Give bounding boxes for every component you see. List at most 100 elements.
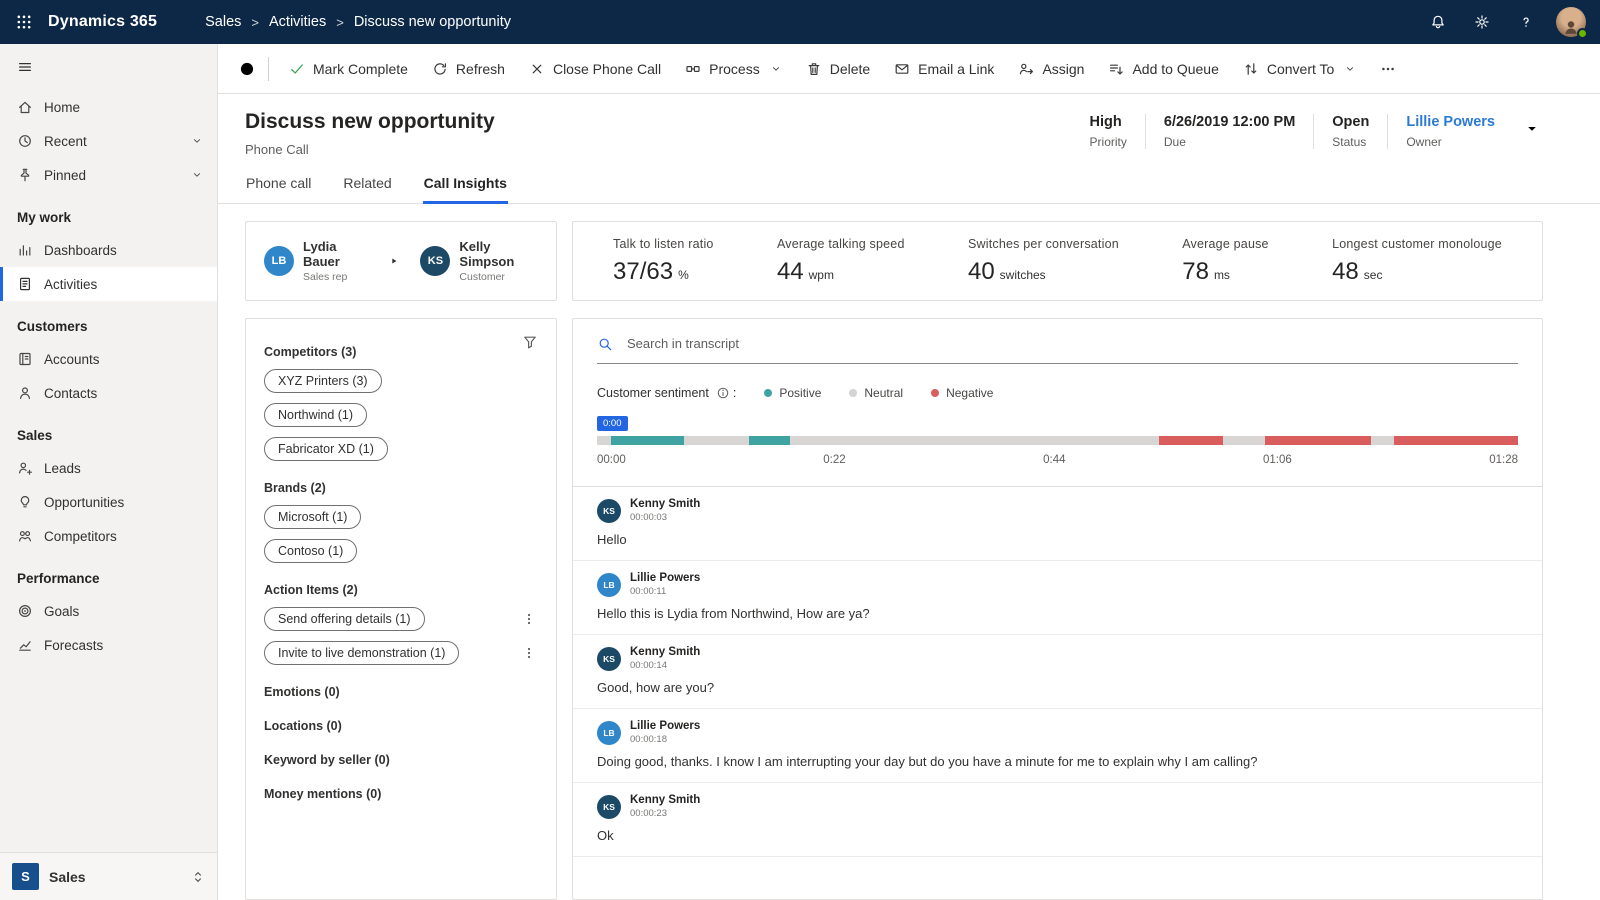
home-icon: [17, 99, 33, 115]
sidebar-item-competitors[interactable]: Competitors: [0, 519, 217, 553]
keyword-pill[interactable]: Microsoft (1): [264, 505, 361, 529]
sidebar-item-forecasts[interactable]: Forecasts: [0, 628, 217, 662]
process-flow-icon[interactable]: [228, 51, 266, 87]
forecast-icon: [17, 637, 33, 653]
expand-header-chevron-icon[interactable]: [1521, 114, 1543, 147]
sidebar-item-goals[interactable]: Goals: [0, 594, 217, 628]
avatar: LB: [264, 246, 294, 276]
breadcrumb-separator: >: [336, 15, 344, 30]
sentiment-segment-neutral_track: [597, 436, 611, 445]
convert-to-button[interactable]: Convert To: [1231, 51, 1368, 87]
legend-positive: Positive: [764, 386, 821, 400]
participants-card: LB Lydia Bauer Sales rep KS Kelly Simpso…: [245, 221, 557, 301]
kebab-icon[interactable]: [520, 610, 538, 628]
trash-icon: [806, 61, 822, 77]
message-text: Doing good, thanks. I know I am interrup…: [597, 754, 1518, 769]
tab-related[interactable]: Related: [342, 175, 392, 203]
sidebar-item-opportunities[interactable]: Opportunities: [0, 485, 217, 519]
kpi-label: Talk to listen ratio: [613, 237, 714, 251]
search-input[interactable]: [625, 335, 1518, 352]
action-item-pill[interactable]: Invite to live demonstration (1): [264, 641, 459, 665]
transcript-message[interactable]: KS Kenny Smith 00:00:23 Ok: [573, 783, 1542, 857]
group-title-money-mentions: Money mentions (0): [264, 787, 538, 801]
tab-call-insights[interactable]: Call Insights: [423, 175, 508, 203]
waffle-icon[interactable]: [0, 0, 48, 44]
priority-field: High Priority: [1072, 114, 1145, 149]
kebab-icon[interactable]: [520, 644, 538, 662]
keyword-pill[interactable]: Fabricator XD (1): [264, 437, 388, 461]
user-avatar[interactable]: [1556, 7, 1586, 37]
help-icon[interactable]: [1504, 0, 1548, 44]
owner-field: Lillie Powers Owner: [1387, 114, 1513, 149]
legend-negative: Negative: [931, 386, 993, 400]
owner-link[interactable]: Lillie Powers: [1406, 114, 1495, 130]
positive-dot-icon: [764, 389, 772, 397]
kpi-switches: Switches per conversation 40switches: [968, 237, 1119, 286]
sidebar-item-pinned[interactable]: Pinned: [0, 158, 217, 192]
command-bar: Mark Complete Refresh Close Phone Call P…: [218, 44, 1600, 94]
timeline-position-marker[interactable]: 0:00: [597, 416, 628, 431]
sentiment-segment-neutral_track: [684, 436, 748, 445]
avatar: KS: [597, 499, 621, 523]
sidebar-item-activities[interactable]: Activities: [0, 267, 217, 301]
status-field: Open Status: [1313, 114, 1387, 149]
filter-icon[interactable]: [516, 333, 544, 351]
transcript-message[interactable]: LB Lillie Powers 00:00:11 Hello this is …: [573, 561, 1542, 635]
sidebar-item-dashboards[interactable]: Dashboards: [0, 233, 217, 267]
transcript-message[interactable]: LB Lillie Powers 00:00:18 Doing good, th…: [573, 709, 1542, 783]
mark-complete-button[interactable]: Mark Complete: [277, 51, 420, 87]
transcript-search: [597, 335, 1518, 364]
sentiment-timeline-bar[interactable]: [597, 436, 1518, 445]
sidebar-item-accounts[interactable]: Accounts: [0, 342, 217, 376]
status-value: Open: [1332, 114, 1369, 130]
delete-button[interactable]: Delete: [794, 51, 882, 87]
process-button[interactable]: Process: [673, 51, 794, 87]
action-item-pill[interactable]: Send offering details (1): [264, 607, 425, 631]
email-a-link-button[interactable]: Email a Link: [882, 51, 1006, 87]
transcript-message[interactable]: KS Kenny Smith 00:00:03 Hello: [573, 487, 1542, 561]
sidebar-section-sales: Sales: [0, 410, 217, 451]
more-commands-button[interactable]: [1368, 51, 1408, 87]
group-title-emotions: Emotions (0): [264, 685, 538, 699]
sidebar-item-label: Pinned: [44, 168, 86, 183]
breadcrumb-item-activities[interactable]: Activities: [269, 14, 326, 30]
breadcrumb-item-record[interactable]: Discuss new opportunity: [354, 14, 511, 30]
refresh-button[interactable]: Refresh: [420, 51, 517, 87]
tab-phone-call[interactable]: Phone call: [245, 175, 312, 203]
seller-participant[interactable]: LB Lydia Bauer Sales rep: [264, 239, 367, 283]
transcript-message[interactable]: KS Kenny Smith 00:00:14 Good, how are yo…: [573, 635, 1542, 709]
check-icon: [289, 61, 305, 77]
group-title-action-items: Action Items (2): [264, 583, 538, 597]
hamburger-icon[interactable]: [0, 44, 217, 90]
sidebar-item-leads[interactable]: Leads: [0, 451, 217, 485]
chevron-down-icon[interactable]: [191, 135, 203, 147]
message-timestamp: 00:00:11: [630, 586, 700, 597]
customer-participant[interactable]: KS Kelly Simpson Customer: [420, 239, 538, 283]
bell-icon[interactable]: [1416, 0, 1460, 44]
close-phone-call-button[interactable]: Close Phone Call: [517, 51, 673, 87]
chevron-down-icon[interactable]: [191, 169, 203, 181]
breadcrumb-item-sales[interactable]: Sales: [205, 14, 241, 30]
topbar-actions: [1416, 0, 1600, 44]
avatar: KS: [597, 647, 621, 671]
kpi-value: 37/63: [613, 258, 673, 286]
sidebar-item-contacts[interactable]: Contacts: [0, 376, 217, 410]
sidebar-item-home[interactable]: Home: [0, 90, 217, 124]
keyword-pill[interactable]: Contoso (1): [264, 539, 357, 563]
message-text: Hello: [597, 532, 1518, 547]
message-speaker: Lillie Powers: [630, 572, 700, 584]
area-switcher[interactable]: S Sales: [0, 852, 217, 900]
keyword-pill[interactable]: Northwind (1): [264, 403, 367, 427]
add-to-queue-button[interactable]: Add to Queue: [1096, 51, 1230, 87]
more-icon: [1380, 61, 1396, 77]
record-type-label: Phone Call: [245, 142, 495, 157]
keyword-pill[interactable]: XYZ Printers (3): [264, 369, 382, 393]
transcript-messages[interactable]: KS Kenny Smith 00:00:03 Hello LB: [573, 487, 1542, 899]
gear-icon[interactable]: [1460, 0, 1504, 44]
sidebar-item-recent[interactable]: Recent: [0, 124, 217, 158]
participant-role: Sales rep: [303, 271, 367, 283]
chevron-down-icon[interactable]: [770, 63, 782, 75]
info-icon[interactable]: [716, 386, 730, 400]
assign-button[interactable]: Assign: [1006, 51, 1096, 87]
chevron-down-icon[interactable]: [1344, 63, 1356, 75]
